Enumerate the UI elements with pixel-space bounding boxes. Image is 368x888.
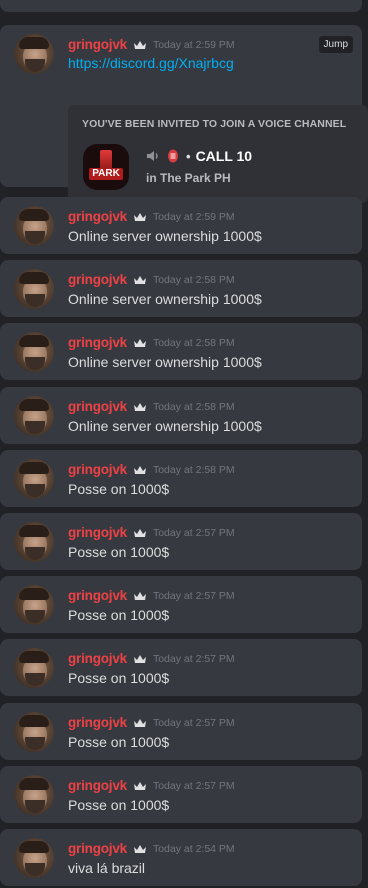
avatar[interactable] bbox=[14, 775, 54, 815]
crown-icon bbox=[133, 40, 146, 49]
message-timestamp[interactable]: Today at 2:58 PM bbox=[153, 401, 235, 413]
username[interactable]: gringojvk bbox=[68, 841, 127, 856]
avatar[interactable] bbox=[14, 712, 54, 752]
message-header: gringojvk Today at 2:57 PM bbox=[68, 525, 235, 540]
invite-channel-row: • CALL 10 bbox=[146, 148, 252, 164]
message-card[interactable]: gringojvk Today at 2:57 PM Posse on 1000$ bbox=[0, 576, 362, 633]
invite-embed: YOU'VE BEEN INVITED TO JOIN A VOICE CHAN… bbox=[68, 105, 368, 203]
previous-message-card bbox=[0, 0, 362, 12]
avatar[interactable] bbox=[14, 648, 54, 688]
server-icon-word: PARK bbox=[89, 168, 123, 180]
message-content: viva lá brazil bbox=[68, 860, 146, 876]
message-header: gringojvk Today at 2:57 PM bbox=[68, 715, 235, 730]
message-timestamp[interactable]: Today at 2:57 PM bbox=[153, 527, 235, 539]
message-timestamp[interactable]: Today at 2:59 PM bbox=[153, 39, 235, 51]
message-card[interactable]: gringojvk Today at 2:58 PM Posse on 1000$ bbox=[0, 450, 362, 507]
crown-icon bbox=[133, 275, 146, 284]
message-card[interactable]: gringojvk Today at 2:59 PM Online server o… bbox=[0, 197, 362, 254]
channel-separator: • bbox=[186, 148, 191, 164]
avatar[interactable] bbox=[14, 522, 54, 562]
message-header: gringojvk Today at 2:59 PM bbox=[68, 209, 235, 224]
message-card[interactable]: gringojvk Today at 2:59 PM https://disco… bbox=[0, 25, 368, 203]
crown-icon bbox=[133, 212, 146, 221]
message-content: Posse on 1000$ bbox=[68, 670, 170, 686]
rugby-ball-icon bbox=[168, 149, 178, 163]
message-content: Posse on 1000$ bbox=[68, 797, 170, 813]
avatar[interactable] bbox=[14, 459, 54, 499]
channel-name[interactable]: CALL 10 bbox=[196, 148, 253, 164]
username[interactable]: gringojvk bbox=[68, 462, 127, 477]
message-header: gringojvk Today at 2:57 PM bbox=[68, 778, 235, 793]
crown-icon bbox=[133, 402, 146, 411]
message-header: gringojvk Today at 2:57 PM bbox=[68, 651, 235, 666]
username[interactable]: gringojvk bbox=[68, 272, 127, 287]
message-content: Online server ownership 1000$ bbox=[68, 418, 262, 434]
username[interactable]: gringojvk bbox=[68, 37, 127, 52]
avatar[interactable] bbox=[14, 34, 54, 74]
username[interactable]: gringojvk bbox=[68, 715, 127, 730]
message-card[interactable]: gringojvk Today at 2:57 PM Posse on 1000$ bbox=[0, 513, 362, 570]
username[interactable]: gringojvk bbox=[68, 588, 127, 603]
message-timestamp[interactable]: Today at 2:58 PM bbox=[153, 337, 235, 349]
message-card[interactable]: gringojvk Today at 2:57 PM Posse on 1000$ bbox=[0, 639, 362, 696]
crown-icon bbox=[133, 465, 146, 474]
message-timestamp[interactable]: Today at 2:57 PM bbox=[153, 717, 235, 729]
crown-icon bbox=[133, 781, 146, 790]
message-content: Online server ownership 1000$ bbox=[68, 228, 262, 244]
message-card[interactable]: gringojvk Today at 2:57 PM Posse on 1000$ bbox=[0, 703, 362, 760]
message-content: Online server ownership 1000$ bbox=[68, 354, 262, 370]
crown-icon bbox=[133, 528, 146, 537]
crown-icon bbox=[133, 338, 146, 347]
message-timestamp[interactable]: Today at 2:57 PM bbox=[153, 653, 235, 665]
username[interactable]: gringojvk bbox=[68, 778, 127, 793]
avatar[interactable] bbox=[14, 206, 54, 246]
invite-link[interactable]: https://discord.gg/Xnajrbcg bbox=[68, 55, 234, 71]
message-card[interactable]: gringojvk Today at 2:54 PM viva lá brazil bbox=[0, 829, 362, 886]
avatar[interactable] bbox=[14, 332, 54, 372]
invite-server-name: in The Park PH bbox=[146, 171, 231, 185]
avatar[interactable] bbox=[14, 396, 54, 436]
invite-title: YOU'VE BEEN INVITED TO JOIN A VOICE CHAN… bbox=[82, 118, 347, 130]
server-icon[interactable]: PARK bbox=[83, 144, 129, 190]
crown-icon bbox=[133, 591, 146, 600]
message-card[interactable]: gringojvk Today at 2:58 PM Online server o… bbox=[0, 323, 362, 380]
message-content: Online server ownership 1000$ bbox=[68, 291, 262, 307]
message-content: Posse on 1000$ bbox=[68, 481, 170, 497]
avatar[interactable] bbox=[14, 585, 54, 625]
crown-icon bbox=[133, 654, 146, 663]
avatar[interactable] bbox=[14, 269, 54, 309]
username[interactable]: gringojvk bbox=[68, 651, 127, 666]
message-header: gringojvk Today at 2:59 PM bbox=[68, 37, 235, 52]
username[interactable]: gringojvk bbox=[68, 335, 127, 350]
message-content: Posse on 1000$ bbox=[68, 544, 170, 560]
message-header: gringojvk Today at 2:54 PM bbox=[68, 841, 235, 856]
message-timestamp[interactable]: Today at 2:58 PM bbox=[153, 274, 235, 286]
message-content: Posse on 1000$ bbox=[68, 607, 170, 623]
crown-icon bbox=[133, 844, 146, 853]
message-header: gringojvk Today at 2:58 PM bbox=[68, 399, 235, 414]
username[interactable]: gringojvk bbox=[68, 399, 127, 414]
message-header: gringojvk Today at 2:57 PM bbox=[68, 588, 235, 603]
username[interactable]: gringojvk bbox=[68, 209, 127, 224]
username[interactable]: gringojvk bbox=[68, 525, 127, 540]
message-timestamp[interactable]: Today at 2:57 PM bbox=[153, 780, 235, 792]
speaker-icon bbox=[147, 151, 158, 161]
message-timestamp[interactable]: Today at 2:59 PM bbox=[153, 211, 235, 223]
message-header: gringojvk Today at 2:58 PM bbox=[68, 335, 235, 350]
message-timestamp[interactable]: Today at 2:57 PM bbox=[153, 590, 235, 602]
message-card[interactable]: gringojvk Today at 2:57 PM Posse on 1000$ bbox=[0, 766, 362, 823]
message-card[interactable]: gringojvk Today at 2:58 PM Online server o… bbox=[0, 387, 362, 444]
avatar[interactable] bbox=[14, 838, 54, 878]
message-timestamp[interactable]: Today at 2:58 PM bbox=[153, 464, 235, 476]
message-header: gringojvk Today at 2:58 PM bbox=[68, 272, 235, 287]
message-content: Posse on 1000$ bbox=[68, 734, 170, 750]
message-timestamp[interactable]: Today at 2:54 PM bbox=[153, 843, 235, 855]
crown-icon bbox=[133, 718, 146, 727]
message-header: gringojvk Today at 2:58 PM bbox=[68, 462, 235, 477]
message-feed: gringojvk Today at 2:59 PM https://disco… bbox=[0, 0, 368, 888]
jump-button[interactable]: Jump bbox=[318, 36, 353, 53]
message-card[interactable]: gringojvk Today at 2:58 PM Online server o… bbox=[0, 260, 362, 317]
